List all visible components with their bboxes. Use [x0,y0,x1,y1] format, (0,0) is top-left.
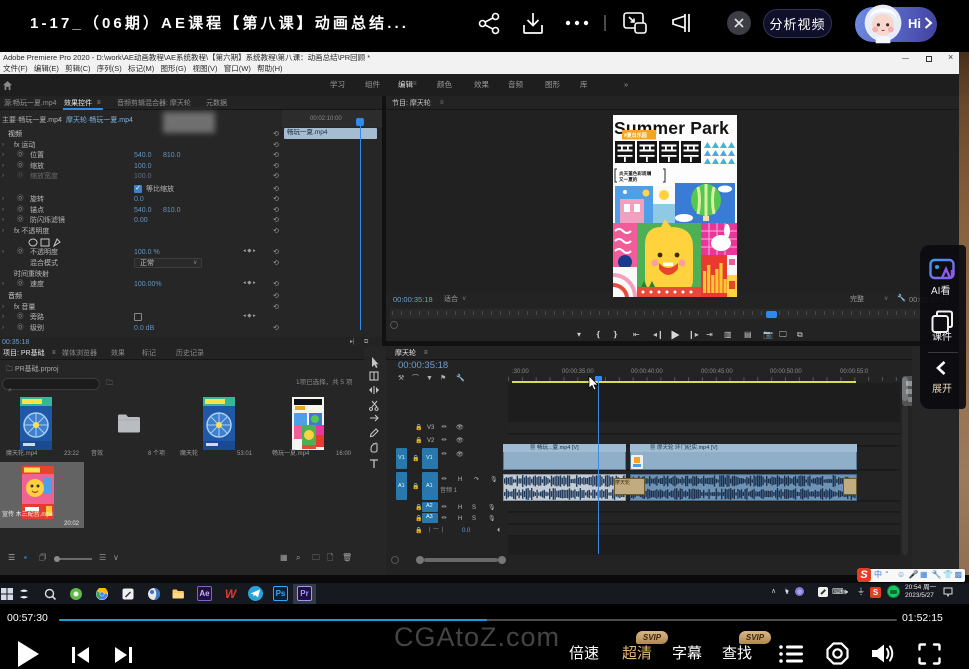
svg-text:又一夏的: 又一夏的 [619,176,638,183]
svg-text:炎天堇色彩斑斓: 炎天堇色彩斑斓 [619,170,652,177]
svg-text:#夏日乐园: #夏日乐园 [624,132,647,139]
